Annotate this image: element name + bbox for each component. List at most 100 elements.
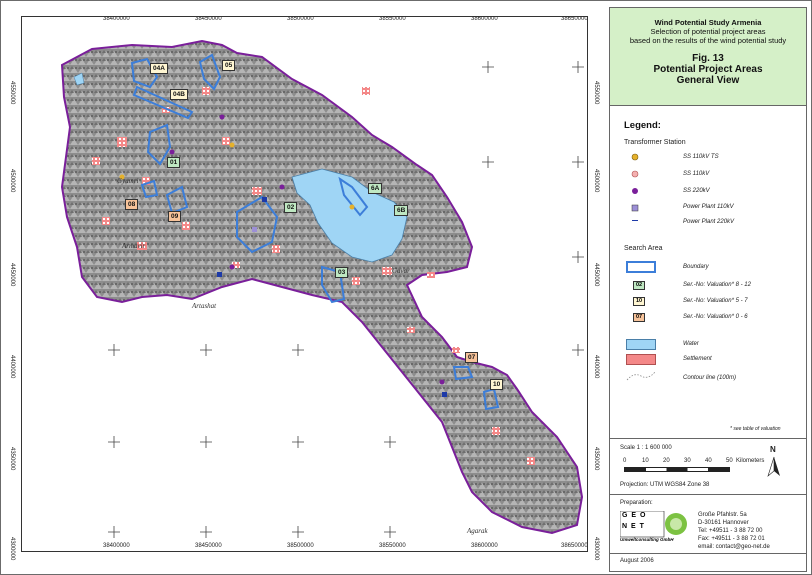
contour-swatch	[626, 371, 656, 381]
x-tick-label-bottom: 38650000	[561, 543, 588, 549]
x-tick-label: 38550000	[379, 16, 406, 22]
x-tick-label: 38400000	[103, 16, 130, 22]
y-tick-label: 4400000	[9, 355, 15, 379]
legend-panel: Wind Potential Study Armenia Selection o…	[609, 7, 807, 572]
y-tick-label: 4350000	[9, 447, 15, 471]
project-label-07[interactable]: 07	[465, 352, 479, 363]
x-tick-label-bottom: 38500000	[287, 543, 314, 549]
title-line3: based on the results of the wind potenti…	[629, 36, 787, 45]
title-line1: Wind Potential Study Armenia	[654, 18, 762, 27]
y-tick-label-right: 4300000	[593, 537, 599, 561]
project-label-10[interactable]: 10	[490, 379, 504, 390]
x-tick-label-bottom: 38600000	[471, 543, 498, 549]
fax: Fax: +49511 - 3 88 72 01	[698, 536, 765, 542]
legend-item-pp110: Power Plant 110kV	[683, 204, 734, 210]
address-line: Große Pfahlstr. 5a	[698, 512, 747, 518]
legend-item-valuation-high: Ser.-No: Valuation* 8 - 12	[683, 282, 751, 288]
map-sheet: 38400000 38450000 38500000 38550000 3860…	[0, 0, 812, 575]
search-area-heading: Search Area	[624, 245, 663, 252]
project-label-08[interactable]: 08	[125, 199, 139, 210]
logo-letter: G	[622, 512, 629, 519]
place-label: Gavar	[392, 267, 410, 275]
telephone: Tel: +49511 - 3 88 72 00	[698, 528, 763, 534]
legend-item-pp220: Power Plant 220kV	[683, 219, 735, 225]
swatch-low: 07	[633, 313, 645, 322]
place-label: Agarak	[467, 527, 488, 535]
x-tick-label-bottom: 38550000	[379, 543, 406, 549]
logo-letter: T	[639, 523, 645, 530]
north-arrow-icon	[767, 456, 780, 477]
y-tick-label-right: 4400000	[593, 355, 599, 379]
legend-item-valuation-low: Ser.-No: Valuation* 0 - 6	[683, 314, 748, 320]
title-line2: Selection of potential project areas	[650, 27, 766, 36]
scale-tick: 50	[726, 458, 733, 464]
separator	[610, 553, 806, 554]
separator	[610, 438, 806, 439]
project-label-04a[interactable]: 04A	[150, 63, 168, 74]
scale-tick: 30	[684, 458, 691, 464]
north-label: N	[770, 445, 776, 454]
place-label: Gyumri	[117, 177, 139, 185]
scale-tick: 0	[623, 458, 627, 464]
legend-item-ss110: SS 110kV	[683, 171, 710, 177]
water-swatch	[626, 339, 656, 350]
logo-letter: N	[622, 523, 629, 530]
y-tick-label-right: 4500000	[593, 169, 599, 193]
date-label: August 2006	[620, 558, 654, 564]
address-line: D-30161 Hannover	[698, 520, 749, 526]
map-frame: 38400000 38450000 38500000 38550000 3860…	[21, 16, 588, 552]
x-tick-label: 38600000	[471, 16, 498, 22]
x-tick-label-bottom: 38400000	[103, 543, 130, 549]
x-tick-label-bottom: 38450000	[195, 543, 222, 549]
project-label-05[interactable]: 05	[222, 60, 236, 71]
logo-letter: E	[631, 523, 637, 530]
footnote: * see table of valuation	[730, 426, 781, 432]
project-label-6a[interactable]: 6A	[368, 183, 383, 194]
x-tick-label: 38650000	[561, 16, 588, 22]
scale-bar	[624, 467, 730, 472]
transformer-symbols	[631, 153, 639, 221]
settlement-swatch	[626, 354, 656, 365]
y-tick-label: 4500000	[9, 169, 15, 193]
place-label: Armavir	[122, 242, 146, 250]
scale-tick: 40	[705, 458, 712, 464]
y-tick-label-right: 4550000	[593, 81, 599, 105]
legend-item-boundary: Boundary	[683, 264, 709, 270]
title-box: Wind Potential Study Armenia Selection o…	[610, 8, 806, 106]
project-label-04b[interactable]: 04B	[170, 89, 188, 100]
y-tick-label-right: 4450000	[593, 263, 599, 287]
project-label-6b[interactable]: 6B	[394, 205, 409, 216]
legend-item-settlement: Settlement	[683, 356, 712, 362]
separator	[610, 494, 806, 495]
armenia-relief	[60, 39, 584, 535]
swatch-mid: 10	[633, 297, 645, 306]
logo-letter: E	[631, 512, 638, 519]
project-label-03[interactable]: 03	[335, 267, 349, 278]
map-subtitle: General View	[676, 75, 740, 86]
projection-label: Projection: UTM WGS84 Zone 38	[620, 482, 710, 488]
place-label: Artashat	[192, 302, 217, 310]
scale-label: Scale 1 : 1 600 000	[620, 445, 672, 451]
x-tick-label: 38500000	[287, 16, 314, 22]
legend-item-valuation-mid: Ser.-No: Valuation* 5 - 7	[683, 298, 748, 304]
boundary-swatch	[626, 261, 656, 273]
swatch-high: 02	[633, 281, 645, 290]
transformer-heading: Transformer Station	[624, 139, 686, 146]
x-tick-label: 38450000	[195, 16, 222, 22]
logo-subtitle: Umweltconsulting GmbH	[620, 537, 674, 542]
scale-tick: 10	[642, 458, 649, 464]
logo-letter: O	[640, 512, 647, 519]
legend-item-contour: Contour line (100m)	[683, 375, 737, 381]
preparation-heading: Preparation:	[620, 500, 653, 506]
project-label-01[interactable]: 01	[167, 157, 181, 168]
y-tick-label: 4300000	[9, 537, 15, 561]
project-label-02[interactable]: 02	[284, 202, 298, 213]
figure-number: Fig. 13	[692, 53, 724, 64]
legend-item-water: Water	[683, 341, 699, 347]
project-label-09[interactable]: 09	[168, 211, 182, 222]
y-tick-label-right: 4350000	[593, 447, 599, 471]
map-canvas	[60, 39, 584, 538]
y-tick-label: 4550000	[9, 81, 15, 105]
email-link[interactable]: email: contact@geo-net.de	[698, 544, 770, 550]
legend-heading: Legend:	[624, 120, 661, 131]
